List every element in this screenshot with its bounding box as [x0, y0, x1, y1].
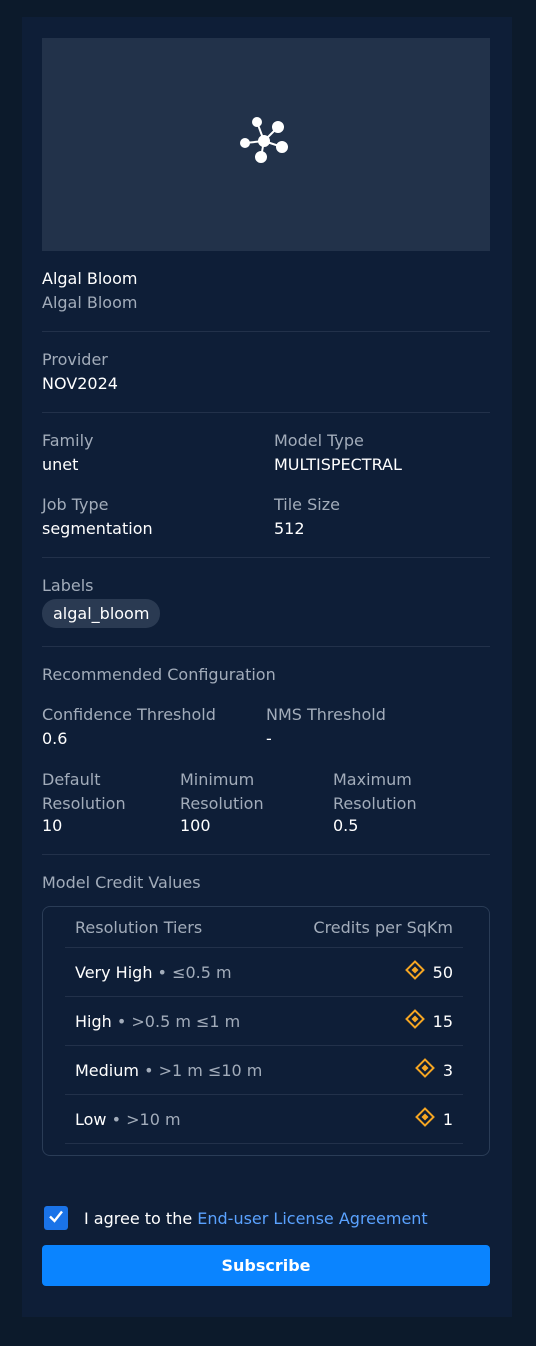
- tier-range: • ≤0.5 m: [157, 962, 232, 982]
- model-card: Algal Bloom Algal Bloom Provider NOV2024…: [22, 17, 512, 1317]
- checkmark-icon: [48, 1208, 64, 1228]
- provider-label: Provider: [42, 350, 108, 369]
- nms-label: NMS Threshold: [266, 705, 386, 724]
- credit-diamond-icon: [404, 960, 425, 984]
- tier-name: Medium: [75, 1060, 139, 1080]
- agreement-text: I agree to the: [84, 1208, 193, 1228]
- divider: [42, 854, 490, 855]
- col-credits-per-sqkm: Credits per SqKm: [313, 917, 453, 937]
- nms-value: -: [266, 729, 272, 748]
- minimum-resolution-value: 100: [180, 816, 211, 835]
- credit-diamond-icon: [404, 1009, 425, 1033]
- agreement-row: I agree to the End-user License Agreemen…: [44, 1206, 428, 1230]
- model-thumbnail: [42, 38, 490, 251]
- confidence-value: 0.6: [42, 729, 68, 748]
- confidence-label: Confidence Threshold: [42, 705, 216, 724]
- tile-size-label: Tile Size: [274, 495, 340, 514]
- table-row: High • >0.5 m ≤1 m 15: [65, 997, 463, 1046]
- divider: [42, 557, 490, 558]
- table-row: Medium • >1 m ≤10 m 3: [65, 1046, 463, 1095]
- table-row: Low • >10 m 1: [65, 1095, 463, 1144]
- credits-title: Model Credit Values: [42, 873, 201, 892]
- divider: [42, 331, 490, 332]
- tier-name: Low: [75, 1109, 107, 1129]
- job-type-label: Job Type: [42, 495, 109, 514]
- credit-value: 15: [432, 1011, 453, 1031]
- labels-title: Labels: [42, 576, 94, 595]
- tier-range: • >0.5 m ≤1 m: [116, 1011, 241, 1031]
- tier-name: High: [75, 1011, 112, 1031]
- job-type-value: segmentation: [42, 519, 153, 538]
- agree-checkbox[interactable]: [44, 1206, 68, 1230]
- credit-value: 50: [432, 962, 453, 982]
- default-resolution-label: Default Resolution: [42, 770, 126, 813]
- divider: [42, 646, 490, 647]
- tier-range: • >10 m: [111, 1109, 181, 1129]
- credit-diamond-icon: [414, 1058, 435, 1082]
- model-type-label: Model Type: [274, 431, 364, 450]
- col-resolution-tiers: Resolution Tiers: [75, 917, 203, 937]
- table-row: Very High • ≤0.5 m 50: [65, 948, 463, 997]
- network-graph-icon: [240, 116, 292, 173]
- model-title: Algal Bloom: [42, 269, 138, 288]
- maximum-resolution-label: Maximum Resolution: [333, 770, 417, 813]
- tile-size-value: 512: [274, 519, 305, 538]
- label-chip: algal_bloom: [42, 599, 161, 628]
- credit-table: Resolution Tiers Credits per SqKm Very H…: [42, 906, 490, 1156]
- divider: [42, 412, 490, 413]
- tier-range: • >1 m ≤10 m: [144, 1060, 263, 1080]
- default-resolution-value: 10: [42, 816, 63, 835]
- subscribe-button[interactable]: Subscribe: [42, 1245, 490, 1286]
- eula-link[interactable]: End-user License Agreement: [197, 1209, 427, 1228]
- tier-name: Very High: [75, 962, 153, 982]
- credit-diamond-icon: [414, 1107, 435, 1131]
- credit-value: 1: [442, 1109, 453, 1129]
- family-value: unet: [42, 455, 79, 474]
- minimum-resolution-label: Minimum Resolution: [180, 770, 264, 813]
- credit-value: 3: [442, 1060, 453, 1080]
- model-type-value: MULTISPECTRAL: [274, 455, 402, 474]
- family-label: Family: [42, 431, 94, 450]
- config-title: Recommended Configuration: [42, 665, 276, 684]
- model-subtitle: Algal Bloom: [42, 293, 138, 312]
- maximum-resolution-value: 0.5: [333, 816, 359, 835]
- provider-value: NOV2024: [42, 374, 118, 393]
